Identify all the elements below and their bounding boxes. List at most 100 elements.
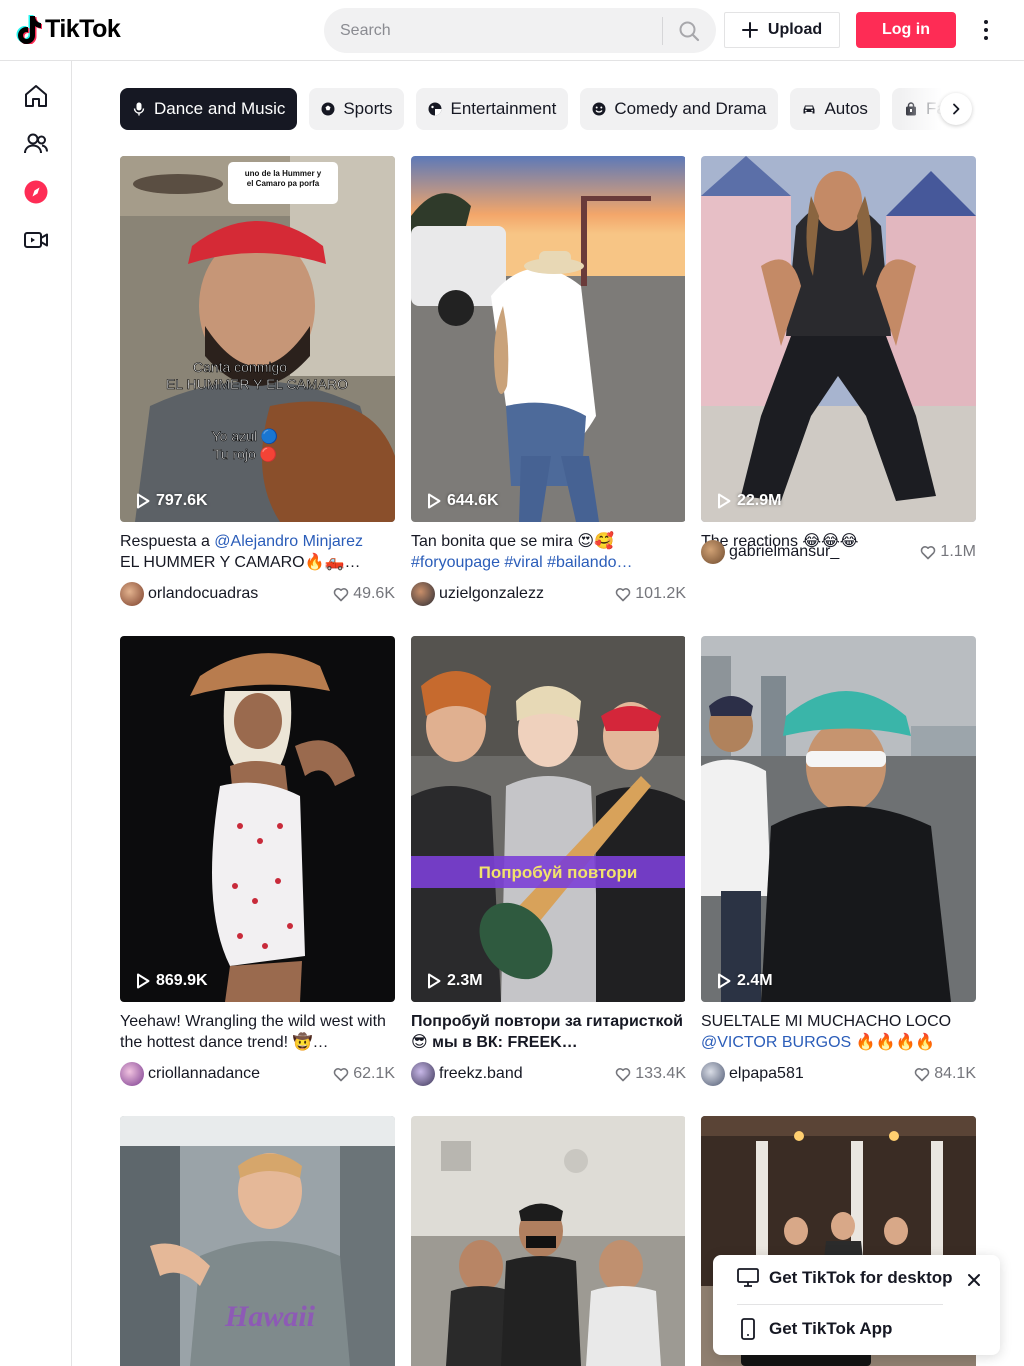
video-card[interactable]: 2.4M SUELTALE MI MUCHACHO LOCO @VICTOR BU… [701, 636, 976, 1086]
like-count: 49.6K [333, 585, 395, 603]
search-button[interactable] [663, 8, 715, 53]
live-icon [24, 232, 48, 248]
get-app-link[interactable]: Get TikTok App [737, 1318, 892, 1340]
get-desktop-label: Get TikTok for desktop [769, 1268, 953, 1287]
video-thumbnail[interactable]: 2.4M [701, 636, 976, 1002]
sidebar-item-live[interactable] [20, 224, 52, 256]
avatar[interactable] [701, 540, 725, 564]
play-icon [137, 973, 150, 989]
svg-text:Hawaii: Hawaii [224, 1300, 316, 1333]
category-comedy-and-drama[interactable]: Comedy and Drama [580, 88, 779, 130]
view-count: 644.6K [427, 492, 499, 510]
video-thumbnail[interactable]: 869.9K [120, 636, 395, 1002]
view-count: 2.4M [717, 972, 773, 990]
overlay-banner: Попробуй повтори [479, 863, 638, 882]
video-caption[interactable]: Respuesta a @Alejandro Minjarez EL HUMMER… [120, 531, 395, 573]
category-label: Comedy and Drama [614, 99, 767, 118]
following-icon [24, 133, 48, 154]
top-header: TikTok Upload Log in [0, 0, 1024, 61]
get-desktop-link[interactable]: Get TikTok for desktop [737, 1268, 953, 1288]
comedy-icon [592, 102, 606, 116]
play-icon [137, 493, 150, 509]
username[interactable]: gabrielmansur_ [729, 543, 920, 561]
video-thumbnail[interactable]: 644.6K [411, 156, 686, 522]
view-count: 869.9K [136, 972, 208, 990]
username[interactable]: elpapa581 [729, 1065, 914, 1083]
search-input[interactable] [324, 21, 662, 40]
video-caption[interactable]: Yeehaw! Wrangling the wild west with the… [120, 1011, 395, 1053]
popup-divider [737, 1304, 943, 1305]
heart-icon [615, 587, 631, 601]
sidebar-item-explore[interactable] [20, 176, 52, 208]
video-card[interactable]: 22.9M The reactions 😂😂😂 gabrielmansur_ 1… [701, 156, 976, 564]
popup-close-button[interactable] [963, 1269, 985, 1291]
overlay-text-2: EL HUMMER Y EL CAMARO [166, 376, 348, 392]
video-thumbnail-image [120, 636, 395, 1002]
like-count: 62.1K [333, 1065, 395, 1083]
sidebar-item-home[interactable] [20, 80, 52, 112]
explore-icon [24, 180, 48, 204]
login-button[interactable]: Log in [856, 12, 956, 48]
close-icon [968, 1274, 980, 1286]
video-meta: gabrielmansur_ 1.1M [701, 540, 976, 564]
avatar[interactable] [701, 1062, 725, 1086]
username[interactable]: criollannadance [148, 1065, 333, 1083]
username[interactable]: uzielgonzalezz [439, 585, 615, 603]
username[interactable]: orlandocuadras [148, 585, 333, 603]
username[interactable]: freekz.band [439, 1065, 615, 1083]
video-thumbnail[interactable]: Hawaii [120, 1116, 395, 1366]
video-thumbnail-image: uno de la Hummer y el Camaro pa porfa Ca… [120, 156, 395, 522]
video-card[interactable] [411, 1116, 686, 1366]
sidebar [0, 61, 72, 1366]
video-card[interactable]: Hawaii [120, 1116, 395, 1366]
play-icon [718, 973, 731, 989]
view-count: 797.6K [136, 492, 208, 510]
video-card[interactable]: uno de la Hummer y el Camaro pa porfa Ca… [120, 156, 395, 606]
sidebar-item-following[interactable] [20, 128, 52, 160]
video-card[interactable]: 644.6K Tan bonita que se mira 😍🥰 #foryoup… [411, 156, 686, 606]
category-sports[interactable]: Sports [309, 88, 405, 130]
video-caption[interactable]: Попробуй повтори за гитаристкой😎 мы в ВК… [411, 1011, 686, 1053]
search-bar [324, 8, 716, 53]
video-caption[interactable]: Tan bonita que se mira 😍🥰 #foryoupage #vi… [411, 531, 686, 573]
avatar[interactable] [411, 1062, 435, 1086]
avatar[interactable] [411, 582, 435, 606]
upload-label: Upload [767, 21, 823, 38]
car-icon [803, 105, 815, 114]
tiktok-logo[interactable]: TikTok [16, 14, 121, 44]
category-entertainment[interactable]: Entertainment [416, 88, 569, 130]
video-thumbnail[interactable]: Попробуй повтори 2.3M [411, 636, 686, 1002]
mention-link[interactable]: @VICTOR BURGOS [701, 1034, 851, 1051]
play-icon [428, 973, 441, 989]
more-options-icon[interactable] [972, 14, 1000, 46]
video-thumbnail[interactable] [411, 1116, 686, 1366]
video-thumbnail-image [411, 1116, 685, 1366]
category-autos[interactable]: Autos [790, 88, 880, 130]
video-thumbnail[interactable]: 22.9M [701, 156, 976, 522]
video-card[interactable]: 869.9K Yeehaw! Wrangling the wild west w… [120, 636, 395, 1086]
category-dance-and-music[interactable]: Dance and Music [120, 88, 298, 130]
category-next-button[interactable] [940, 93, 972, 125]
video-card[interactable]: Попробуй повтори 2.3M Попробуй повтори з… [411, 636, 686, 1086]
heart-icon [914, 1067, 930, 1081]
video-caption[interactable]: SUELTALE MI MUCHACHO LOCO @VICTOR BURGOS … [701, 1011, 976, 1053]
desktop-icon [737, 1268, 759, 1287]
like-count: 133.4K [615, 1065, 686, 1083]
avatar[interactable] [120, 1062, 144, 1086]
hashtag-link[interactable]: #foryoupage #viral #bailando… [411, 554, 632, 571]
get-app-label: Get TikTok App [769, 1319, 893, 1338]
video-meta: elpapa581 84.1K [701, 1062, 976, 1086]
video-thumbnail-image [701, 636, 976, 1002]
phone-icon [741, 1318, 755, 1340]
mention-link[interactable]: @Alejandro Minjarez [214, 533, 363, 550]
category-label: Entertainment [450, 99, 557, 118]
microphone-icon [133, 102, 145, 116]
avatar[interactable] [120, 582, 144, 606]
heart-icon [615, 1067, 631, 1081]
video-meta: freekz.band 133.4K [411, 1062, 686, 1086]
upload-button[interactable]: Upload [724, 12, 840, 48]
video-thumbnail[interactable]: uno de la Hummer y el Camaro pa porfa Ca… [120, 156, 395, 522]
home-icon [25, 85, 47, 107]
search-icon [679, 21, 700, 41]
video-meta: orlandocuadras 49.6K [120, 582, 395, 606]
